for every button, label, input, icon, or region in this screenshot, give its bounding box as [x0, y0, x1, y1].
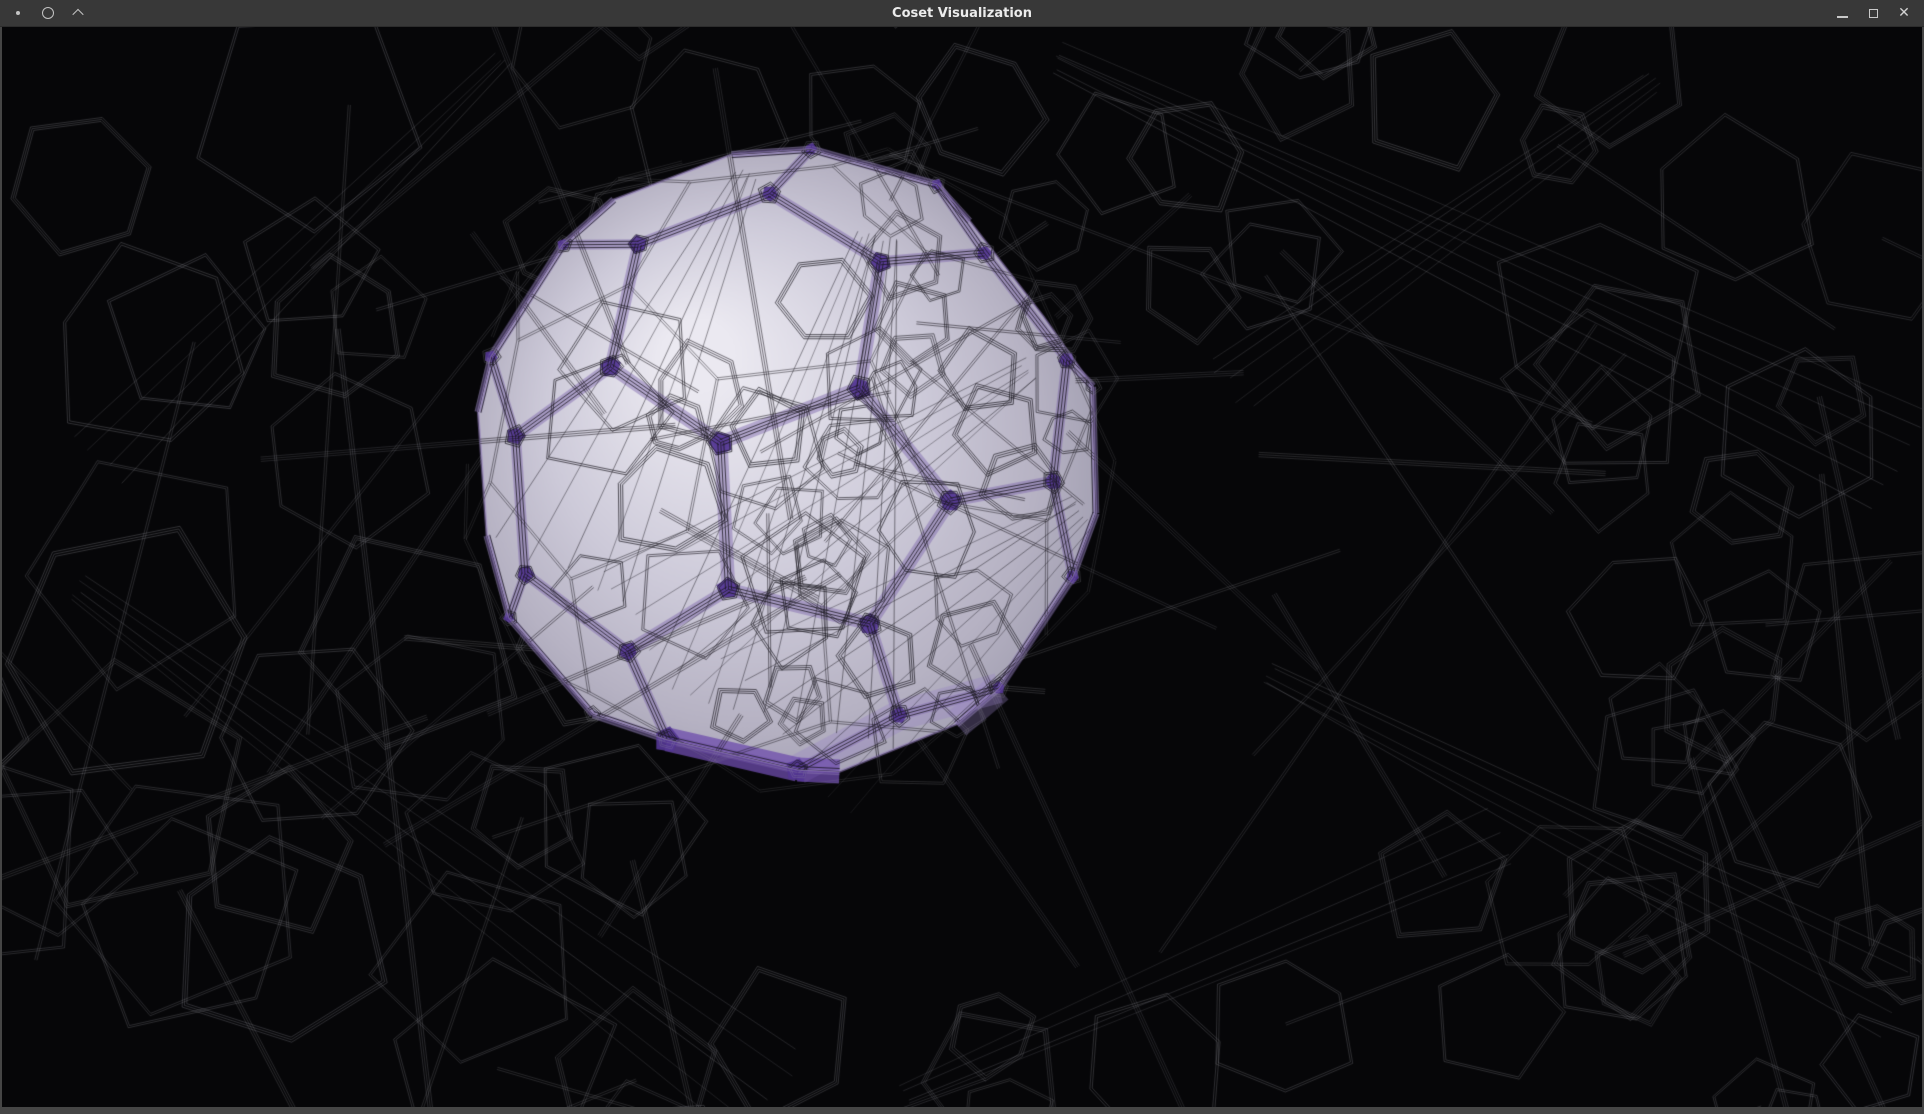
titlebar: Coset Visualization ✕	[0, 0, 1924, 27]
app-window: Coset Visualization ✕	[0, 0, 1924, 1114]
close-button[interactable]: ✕	[1895, 4, 1913, 22]
window-controls: ✕	[1833, 4, 1924, 22]
viewport-area	[0, 27, 1924, 1114]
maximize-icon	[1869, 9, 1878, 18]
dot-icon[interactable]	[9, 4, 27, 22]
window-title: Coset Visualization	[0, 0, 1924, 27]
maximize-button[interactable]	[1864, 4, 1882, 22]
chevron-up-icon[interactable]	[69, 4, 87, 22]
close-icon: ✕	[1898, 6, 1910, 20]
minimize-button[interactable]	[1833, 4, 1851, 22]
circle-icon[interactable]	[39, 4, 57, 22]
visualization-canvas[interactable]	[2, 27, 1922, 1107]
minimize-icon	[1837, 16, 1848, 18]
titlebar-left-icons	[0, 4, 87, 22]
